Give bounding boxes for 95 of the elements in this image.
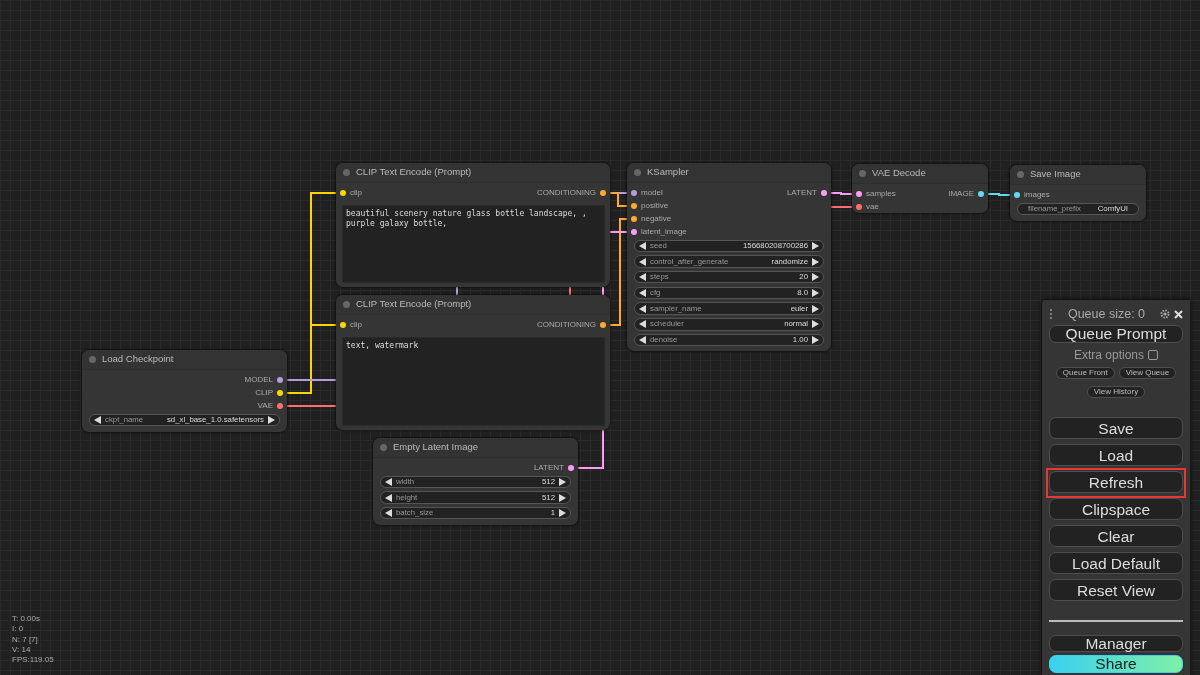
- socket-label: latent_image: [641, 225, 687, 238]
- socket-label: clip: [350, 318, 362, 331]
- socket-label: IMAGE: [948, 187, 974, 200]
- node-panel[interactable]: CLIP Text Encode (Prompt) clip CONDITIONING beautiful scenery nature glass bottle landscape, , purple galaxy bottle,: [336, 163, 610, 287]
- stats-line: N: 7 [7]: [12, 634, 39, 645]
- extra-options-checkbox[interactable]: [1148, 349, 1158, 360]
- node-title: KSampler: [647, 165, 689, 180]
- socket-label: LATENT: [786, 186, 817, 199]
- output-socket[interactable]: [600, 189, 606, 196]
- socket-label: CONDITIONING: [536, 318, 596, 331]
- stats-line: V: 14: [12, 644, 32, 656]
- menu-button[interactable]: Refresh: [1049, 471, 1183, 494]
- connection-wire[interactable]: [286, 379, 337, 381]
- node-title-bar[interactable]: VAE Decode: [852, 164, 988, 184]
- node-panel[interactable]: CLIP Text Encode (Prompt) clip CONDITIONING text, watermark: [336, 295, 610, 430]
- input-socket[interactable]: [856, 203, 862, 210]
- node-status-dot-icon[interactable]: [89, 356, 96, 363]
- close-icon[interactable]: [1174, 309, 1183, 319]
- node-title: Empty Latent Image: [393, 440, 479, 455]
- node-panel[interactable]: VAE Decode samples vae IMAGE: [852, 164, 988, 213]
- socket-label: CLIP: [255, 386, 273, 399]
- node-title-bar[interactable]: Load Checkpoint: [82, 350, 287, 370]
- socket-label: MODEL: [244, 373, 273, 386]
- menu-button[interactable]: Clipspace: [1049, 498, 1183, 521]
- node-title: CLIP Text Encode (Prompt): [356, 297, 472, 312]
- output-socket[interactable]: [277, 389, 283, 396]
- stats-line: FPS:119.05: [12, 655, 54, 666]
- socket-label: model: [641, 186, 663, 199]
- node-status-dot-icon[interactable]: [343, 169, 350, 176]
- output-socket[interactable]: [600, 321, 606, 328]
- connection-wire[interactable]: [456, 286, 458, 296]
- menu-button[interactable]: Reset View: [1049, 579, 1183, 602]
- input-socket[interactable]: [340, 321, 346, 328]
- input-socket[interactable]: [631, 228, 637, 235]
- share-button[interactable]: Share: [1049, 655, 1183, 673]
- input-socket[interactable]: [1014, 191, 1020, 198]
- node-title: CLIP Text Encode (Prompt): [356, 165, 472, 180]
- connection-wire[interactable]: [602, 286, 604, 296]
- node-title: VAE Decode: [872, 166, 926, 181]
- node-status-dot-icon[interactable]: [859, 170, 866, 177]
- input-socket[interactable]: [631, 202, 637, 209]
- connection-wire[interactable]: [577, 429, 604, 469]
- socket-label: samples: [866, 187, 896, 200]
- node-title-bar[interactable]: CLIP Text Encode (Prompt): [336, 163, 610, 183]
- menu-button[interactable]: Load Default: [1049, 552, 1183, 575]
- socket-label: clip: [350, 186, 362, 199]
- connection-wire[interactable]: [609, 218, 628, 326]
- output-socket[interactable]: [277, 402, 283, 409]
- node-title-bar[interactable]: Empty Latent Image: [373, 438, 578, 458]
- node-status-dot-icon[interactable]: [1017, 171, 1024, 178]
- stats-line: T: 0.00s: [12, 614, 41, 625]
- socket-label: CONDITIONING: [536, 186, 596, 199]
- connection-wire[interactable]: [987, 193, 1011, 196]
- output-socket[interactable]: [821, 189, 827, 196]
- queue-size-label: Queue size: 0: [1066, 305, 1147, 323]
- prompt-text-area[interactable]: beautiful scenery nature glass bottle landscape, , purple galaxy bottle,: [342, 205, 605, 283]
- connection-wire[interactable]: [609, 231, 628, 233]
- settings-icon[interactable]: [1160, 309, 1170, 319]
- queue-option-button[interactable]: View Queue: [1118, 366, 1177, 379]
- socket-label: positive: [641, 199, 669, 212]
- node-status-dot-icon[interactable]: [380, 444, 387, 451]
- node-title-bar[interactable]: KSampler: [627, 163, 831, 183]
- menu-button[interactable]: Save: [1049, 417, 1183, 440]
- drag-handle-icon[interactable]: [1049, 308, 1053, 320]
- output-socket[interactable]: [978, 190, 984, 197]
- queue-option-button[interactable]: View History: [1086, 385, 1146, 398]
- node-title: Save Image: [1030, 167, 1081, 182]
- node-title-bar[interactable]: Save Image: [1010, 165, 1146, 185]
- extra-options-label: Extra options: [1073, 346, 1144, 364]
- stats-line: I: 0: [12, 624, 25, 635]
- connection-wire[interactable]: [609, 192, 628, 207]
- input-socket[interactable]: [631, 215, 637, 222]
- connection-wire[interactable]: [830, 192, 853, 195]
- queue-prompt-button[interactable]: Queue Prompt: [1049, 325, 1183, 343]
- menu-button[interactable]: Clear: [1049, 525, 1183, 548]
- queue-option-button[interactable]: Queue Front: [1055, 366, 1115, 379]
- left-arrow-icon[interactable]: [94, 415, 101, 424]
- input-socket[interactable]: [631, 189, 637, 196]
- input-socket[interactable]: [856, 190, 862, 197]
- socket-label: negative: [641, 212, 672, 225]
- output-socket[interactable]: [568, 464, 574, 471]
- socket-label: VAE: [257, 399, 273, 412]
- input-socket[interactable]: [340, 189, 346, 196]
- socket-label: images: [1024, 188, 1050, 201]
- socket-label: LATENT: [533, 461, 564, 474]
- right-arrow-icon[interactable]: [268, 415, 275, 424]
- output-socket[interactable]: [277, 376, 283, 383]
- node-status-dot-icon[interactable]: [343, 301, 350, 308]
- socket-label: vae: [866, 200, 879, 213]
- node-status-dot-icon[interactable]: [634, 169, 641, 176]
- menu-button[interactable]: Manager: [1049, 634, 1183, 652]
- prompt-text-area[interactable]: text, watermark: [342, 337, 605, 426]
- node-title: Load Checkpoint: [102, 352, 174, 367]
- node-title-bar[interactable]: CLIP Text Encode (Prompt): [336, 295, 610, 315]
- menu-button[interactable]: Load: [1049, 444, 1183, 467]
